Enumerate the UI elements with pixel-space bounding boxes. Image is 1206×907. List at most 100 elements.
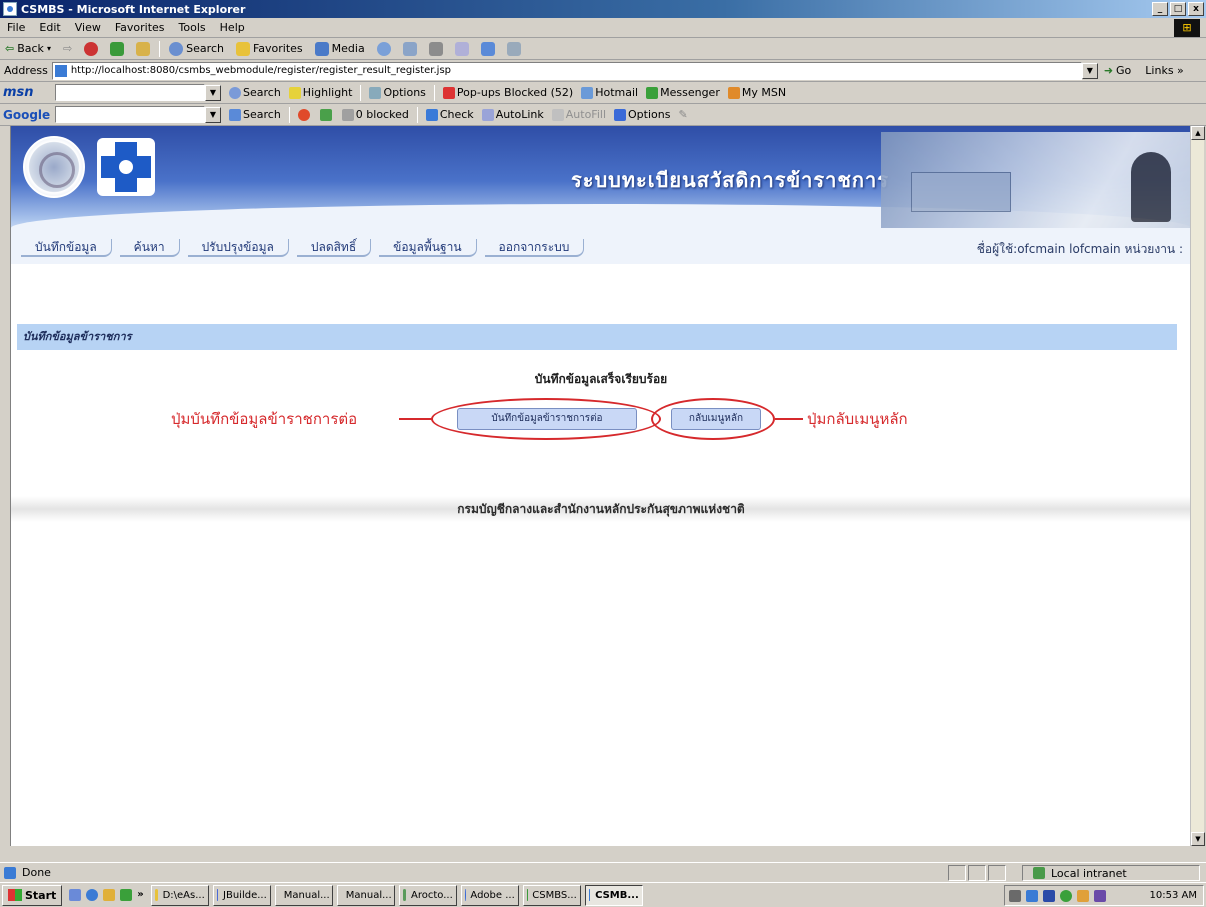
- google-search-combo[interactable]: ▼: [55, 106, 221, 123]
- highlight-button[interactable]: Highlight: [288, 86, 352, 99]
- popups-blocked-label: Pop-ups Blocked (52): [456, 86, 574, 99]
- msn-search-combo[interactable]: ▼: [55, 84, 221, 101]
- mymsn-button[interactable]: My MSN: [727, 86, 786, 99]
- back-button[interactable]: ⇦ Back ▾: [2, 42, 54, 55]
- task-manual-1[interactable]: Manual...: [274, 884, 333, 906]
- messenger-button[interactable]: Messenger: [646, 86, 720, 99]
- media-button[interactable]: Media: [312, 41, 368, 56]
- refresh-button[interactable]: [107, 41, 127, 56]
- go-button[interactable]: ➜ Go: [1104, 64, 1131, 77]
- menu-file[interactable]: File: [0, 21, 32, 34]
- nav-search[interactable]: ค้นหา: [119, 239, 180, 257]
- mail-button[interactable]: [400, 41, 420, 56]
- nav-update-data[interactable]: ปรับปรุงข้อมูล: [187, 239, 289, 257]
- address-input[interactable]: http://localhost:8080/csmbs_webmodule/re…: [51, 61, 1082, 80]
- messenger-quick-icon[interactable]: [120, 889, 133, 901]
- favorites-button[interactable]: Favorites: [233, 41, 306, 56]
- outlook-icon[interactable]: [103, 889, 116, 901]
- task-manual-2[interactable]: Manual...: [336, 884, 395, 906]
- edit-button[interactable]: [452, 41, 472, 56]
- antivirus-icon[interactable]: [1060, 889, 1072, 902]
- news-button[interactable]: [297, 108, 312, 121]
- msn-search-input[interactable]: [55, 84, 205, 101]
- task-csmbs-1[interactable]: CSMBS...: [522, 884, 581, 906]
- links-button[interactable]: Links »: [1145, 64, 1183, 77]
- popup-blocker-button[interactable]: 0 blocked: [341, 108, 409, 121]
- minimize-button[interactable]: _: [1152, 2, 1168, 16]
- pencil-icon[interactable]: ✎: [678, 108, 687, 121]
- continue-recording-button[interactable]: บันทึกข้อมูลข้าราชการต่อ: [457, 408, 637, 430]
- pagerank-button[interactable]: [319, 108, 334, 121]
- history-icon: [376, 41, 391, 56]
- address-dropdown-icon[interactable]: ▼: [1081, 62, 1098, 79]
- stop-button[interactable]: [81, 41, 101, 56]
- task-folder[interactable]: D:\eAs...: [150, 884, 209, 906]
- close-button[interactable]: x: [1188, 2, 1204, 16]
- task-jbuilder[interactable]: JBuilde...: [212, 884, 271, 906]
- forward-button[interactable]: ⇨: [60, 42, 75, 55]
- google-options-icon: [614, 109, 627, 121]
- menu-edit[interactable]: Edit: [32, 21, 67, 34]
- menu-tools[interactable]: Tools: [172, 21, 213, 34]
- highlight-icon: [288, 87, 301, 99]
- back-dropdown-icon: ▾: [46, 44, 51, 53]
- msn-dropdown-icon[interactable]: ▼: [205, 84, 221, 101]
- google-dropdown-icon[interactable]: ▼: [205, 106, 221, 123]
- folder-icon: [154, 889, 158, 901]
- home-button[interactable]: [133, 41, 153, 56]
- print-button[interactable]: [426, 41, 446, 56]
- status-panels: [948, 865, 1006, 881]
- spellcheck-button[interactable]: Check: [425, 108, 474, 121]
- autolink-label: AutoLink: [495, 108, 544, 121]
- nav-logout[interactable]: ออกจากระบบ: [484, 239, 585, 257]
- google-options-button[interactable]: Options: [614, 108, 670, 121]
- quick-launch-more-icon[interactable]: »: [137, 889, 143, 901]
- maximize-button[interactable]: □: [1170, 2, 1186, 16]
- network-icon[interactable]: [1026, 889, 1038, 902]
- research-button[interactable]: [504, 41, 524, 56]
- google-search-icon: [229, 109, 241, 121]
- window-controls: _ □ x: [1152, 2, 1204, 16]
- ie-icon[interactable]: [86, 889, 99, 901]
- google-search-button[interactable]: Search: [229, 108, 281, 121]
- discuss-button[interactable]: [478, 41, 498, 56]
- menu-view[interactable]: View: [68, 21, 108, 34]
- shield-icon[interactable]: [1094, 889, 1106, 902]
- title-bar: CSMBS - Microsoft Internet Explorer _ □ …: [0, 0, 1206, 18]
- msn-logo[interactable]: msn: [3, 85, 47, 100]
- autofill-button[interactable]: AutoFill: [551, 108, 606, 121]
- menu-help[interactable]: Help: [213, 21, 252, 34]
- jbuilder-icon: [216, 889, 219, 901]
- health-cross-logo: [97, 138, 155, 196]
- google-logo[interactable]: Google: [3, 108, 50, 122]
- stop-icon: [84, 41, 99, 56]
- google-search-input[interactable]: [55, 106, 205, 123]
- menu-favorites[interactable]: Favorites: [108, 21, 172, 34]
- popup-blocked-icon: [442, 87, 455, 99]
- task-adobe[interactable]: Adobe ...: [460, 884, 519, 906]
- toolbar-separator: [159, 40, 161, 57]
- back-to-menu-button[interactable]: กลับเมนูหลัก: [671, 408, 761, 430]
- msn-search-button[interactable]: Search: [229, 86, 281, 99]
- desktop-icon[interactable]: [69, 889, 82, 901]
- nav-revoke-rights[interactable]: ปลดสิทธิ์: [296, 239, 372, 257]
- vertical-scrollbar[interactable]: ▲ ▼: [1190, 126, 1205, 846]
- nav-record-data[interactable]: บันทึกข้อมูล: [21, 239, 112, 257]
- task-csmbs-2[interactable]: CSMB...: [584, 884, 643, 906]
- status-bar: Done Local intranet: [0, 862, 1206, 882]
- scroll-down-icon[interactable]: ▼: [1191, 832, 1205, 846]
- language-icon[interactable]: [1043, 889, 1055, 902]
- autolink-button[interactable]: AutoLink: [481, 108, 544, 121]
- start-button[interactable]: Start: [2, 884, 63, 906]
- task-arocto[interactable]: Arocto...: [398, 884, 457, 906]
- volume-icon[interactable]: [1009, 889, 1021, 902]
- msn-options-button[interactable]: Options: [369, 86, 426, 99]
- tray-app-icon[interactable]: [1077, 889, 1089, 902]
- annotation-pointer-left: [399, 418, 433, 420]
- hotmail-button[interactable]: Hotmail: [581, 86, 638, 99]
- search-button[interactable]: Search: [166, 41, 227, 56]
- popups-blocked-button[interactable]: Pop-ups Blocked (52): [442, 86, 574, 99]
- scroll-up-icon[interactable]: ▲: [1191, 126, 1205, 140]
- nav-base-data[interactable]: ข้อมูลพื้นฐาน: [379, 239, 477, 257]
- history-button[interactable]: [374, 41, 394, 56]
